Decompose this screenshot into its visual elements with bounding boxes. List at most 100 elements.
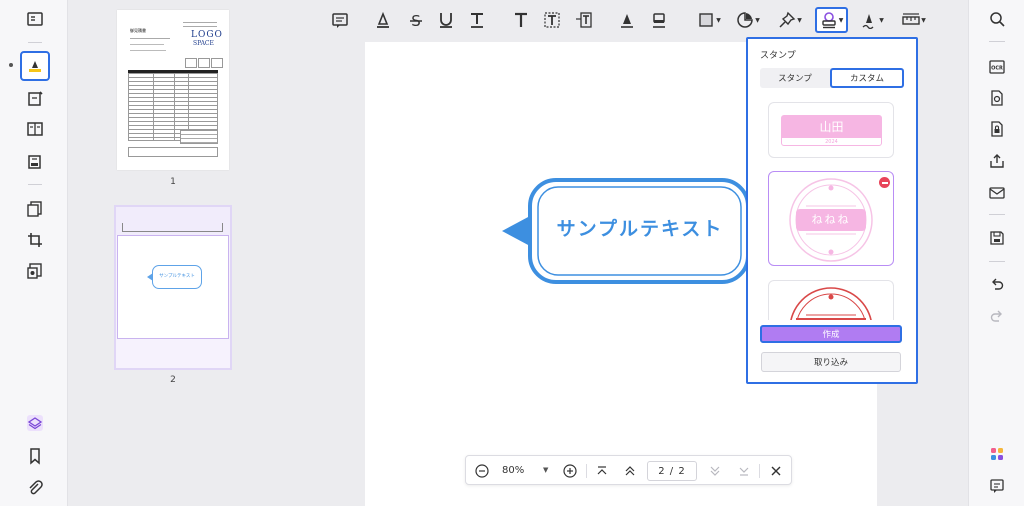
convert-button[interactable] xyxy=(982,85,1012,111)
zoom-out-button[interactable] xyxy=(473,462,491,480)
page-thumbnail-1[interactable]: 御見積書 LOGO SPACE xyxy=(117,10,229,170)
bookmark-icon xyxy=(30,448,40,465)
crop-icon xyxy=(28,233,42,247)
previous-page-button[interactable] xyxy=(621,462,639,480)
stamp-panel: スタンプ スタンプ カスタム 山田 2024 ねねね 作成 取り込み xyxy=(746,37,918,384)
thumb-callout-text: サンプルテキスト xyxy=(159,274,195,279)
redo-button[interactable] xyxy=(982,304,1012,330)
layers-button[interactable] xyxy=(20,408,50,438)
thumb-logo-1: LOGO xyxy=(191,30,223,40)
tab-custom[interactable]: カスタム xyxy=(830,68,904,88)
rectangle-icon xyxy=(699,13,713,27)
paperclip-icon xyxy=(29,480,43,495)
comments-button[interactable] xyxy=(982,473,1012,499)
thumbnail-panel: 御見積書 LOGO SPACE 1 サンプルテキスト 2 xyxy=(68,0,290,506)
note-icon xyxy=(332,13,348,28)
zoom-dropdown-caret[interactable]: ▼ xyxy=(543,466,548,474)
pen-icon xyxy=(621,14,633,28)
comment-note-button[interactable] xyxy=(327,8,353,32)
text-icon xyxy=(515,12,527,27)
ocr-button[interactable]: OCR xyxy=(982,54,1012,80)
pin-icon xyxy=(779,11,796,28)
reader-mode-button[interactable] xyxy=(20,4,50,34)
tools-icon xyxy=(27,263,42,279)
textbox-icon xyxy=(544,12,560,28)
underline-button[interactable] xyxy=(433,8,459,32)
pin-button[interactable]: ▼ xyxy=(775,8,805,32)
measure-button[interactable]: ▼ xyxy=(897,8,931,32)
double-chevron-down-icon xyxy=(710,466,720,476)
sticker-button[interactable]: ▼ xyxy=(733,8,763,32)
stamp-name-nenene: ねねね xyxy=(811,213,851,226)
zoom-navigation-bar: 80% ▼ 2 / 2 xyxy=(465,455,792,485)
page-tool-button[interactable] xyxy=(20,194,50,224)
email-button[interactable] xyxy=(982,180,1012,206)
pages-icon xyxy=(27,201,42,217)
text-button[interactable] xyxy=(508,8,534,32)
page-indicator[interactable]: 2 / 2 xyxy=(647,461,697,481)
textbox-button[interactable] xyxy=(539,8,565,32)
undo-icon xyxy=(992,278,1004,290)
stamp-card-red[interactable] xyxy=(768,280,894,320)
share-button[interactable] xyxy=(982,148,1012,174)
stamp-name-yamada: 山田 xyxy=(819,119,844,134)
attachment-button[interactable] xyxy=(20,473,50,503)
stamp-card-nenene[interactable]: ねねね xyxy=(768,171,894,266)
stamp-button[interactable]: ▼ xyxy=(815,7,848,33)
tools-button[interactable] xyxy=(20,256,50,286)
thumb-logo-2: SPACE xyxy=(193,40,214,47)
last-page-button[interactable] xyxy=(735,462,753,480)
highlighter-icon xyxy=(29,61,41,72)
close-zoom-bar-button[interactable] xyxy=(767,462,785,480)
next-page-button[interactable] xyxy=(706,462,724,480)
ocr-icon: OCR xyxy=(989,60,1005,74)
stamp-card-yamada[interactable]: 山田 2024 xyxy=(768,102,894,158)
ai-assistant-button[interactable] xyxy=(982,441,1012,467)
search-button[interactable] xyxy=(982,6,1012,32)
active-indicator-dot xyxy=(9,63,13,67)
pencil-button[interactable] xyxy=(614,8,640,32)
form-tool-button[interactable] xyxy=(20,147,50,177)
zoom-in-button[interactable] xyxy=(561,462,579,480)
eraser-button[interactable] xyxy=(646,8,672,32)
text-callout-button[interactable] xyxy=(571,8,597,32)
close-icon xyxy=(771,466,781,476)
shape-button[interactable]: ▼ xyxy=(694,8,724,32)
signature-button[interactable]: ▼ xyxy=(857,8,887,32)
callout-text-icon xyxy=(576,12,592,28)
crop-tool-button[interactable] xyxy=(20,225,50,255)
stamp-subtext-yamada: 2024 xyxy=(825,138,838,145)
right-tool-rail: OCR xyxy=(968,0,1024,506)
minus-circle-icon xyxy=(475,464,489,478)
import-stamp-button[interactable]: 取り込み xyxy=(761,352,901,372)
delete-stamp-button[interactable] xyxy=(879,177,890,188)
edit-tool-button[interactable] xyxy=(20,84,50,114)
save-button[interactable] xyxy=(982,225,1012,251)
undo-button[interactable] xyxy=(982,272,1012,298)
annotation-toolbar: S ▼ ▼ ▼ ▼ ▼ ▼ xyxy=(290,0,968,40)
plus-circle-icon xyxy=(563,464,577,478)
strikethrough-button[interactable]: S xyxy=(403,8,429,32)
highlight-button[interactable] xyxy=(370,8,396,32)
bookmark-button[interactable] xyxy=(20,441,50,471)
first-page-icon xyxy=(597,466,607,475)
lock-document-icon xyxy=(991,121,1003,137)
page-thumbnail-2[interactable]: サンプルテキスト xyxy=(114,205,232,370)
squiggly-text-button[interactable] xyxy=(464,8,490,32)
eraser-icon xyxy=(653,13,665,28)
stamp-panel-title: スタンプ xyxy=(760,51,796,61)
left-tool-rail xyxy=(0,0,68,506)
stamp-icon xyxy=(821,12,836,29)
first-page-button[interactable] xyxy=(593,462,611,480)
comment-tool-button[interactable] xyxy=(20,51,50,81)
protect-button[interactable] xyxy=(982,116,1012,142)
tab-stamp[interactable]: スタンプ xyxy=(760,68,830,88)
form-icon xyxy=(28,155,41,169)
zoom-value[interactable]: 80% xyxy=(502,465,524,476)
columns-icon xyxy=(27,122,43,136)
reader-icon xyxy=(27,12,43,26)
page-number-2: 2 xyxy=(170,375,176,385)
callout-text[interactable]: サンプルテキスト xyxy=(540,214,740,241)
create-stamp-button[interactable]: 作成 xyxy=(760,325,902,343)
organize-tool-button[interactable] xyxy=(20,114,50,144)
